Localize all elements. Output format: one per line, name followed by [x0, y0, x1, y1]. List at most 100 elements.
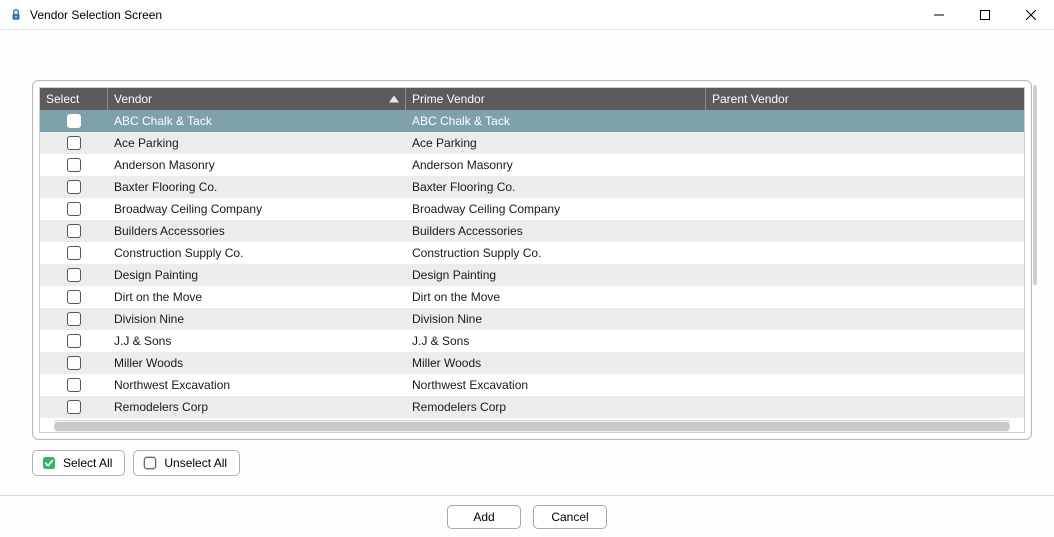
button-label: Select All	[63, 456, 112, 470]
select-all-button[interactable]: Select All	[32, 450, 125, 476]
row-select-cell	[40, 268, 108, 282]
row-select-cell	[40, 312, 108, 326]
window-controls	[916, 0, 1054, 29]
column-header-label: Vendor	[114, 92, 152, 106]
row-prime-vendor: Ace Parking	[406, 136, 706, 150]
table-row[interactable]: J.J & SonsJ.J & Sons	[40, 330, 1024, 352]
row-vendor: Northwest Excavation	[108, 378, 406, 392]
column-header-select[interactable]: Select	[40, 88, 108, 110]
table-row[interactable]: Builders AccessoriesBuilders Accessories	[40, 220, 1024, 242]
row-select-cell	[40, 202, 108, 216]
row-checkbox[interactable]	[67, 202, 81, 216]
row-vendor: Miller Woods	[108, 356, 406, 370]
row-prime-vendor: ABC Chalk & Tack	[406, 114, 706, 128]
row-select-cell	[40, 378, 108, 392]
row-prime-vendor: Dirt on the Move	[406, 290, 706, 304]
table-row[interactable]: Broadway Ceiling CompanyBroadway Ceiling…	[40, 198, 1024, 220]
table-row[interactable]: Design PaintingDesign Painting	[40, 264, 1024, 286]
row-checkbox[interactable]	[67, 312, 81, 326]
column-header-parent-vendor[interactable]: Parent Vendor	[706, 88, 1024, 110]
row-prime-vendor: Anderson Masonry	[406, 158, 706, 172]
row-select-cell	[40, 356, 108, 370]
table-row[interactable]: Anderson MasonryAnderson Masonry	[40, 154, 1024, 176]
titlebar: Vendor Selection Screen	[0, 0, 1054, 30]
row-vendor: Dirt on the Move	[108, 290, 406, 304]
row-vendor: Ace Parking	[108, 136, 406, 150]
cancel-button[interactable]: Cancel	[533, 505, 607, 529]
row-vendor: Remodelers Corp	[108, 400, 406, 414]
grid-header: Select Vendor Prime Vendor Parent Vendor	[40, 88, 1024, 110]
row-prime-vendor: J.J & Sons	[406, 334, 706, 348]
table-row[interactable]: Northwest ExcavationNorthwest Excavation	[40, 374, 1024, 396]
table-row[interactable]: Miller WoodsMiller Woods	[40, 352, 1024, 374]
column-header-label: Prime Vendor	[412, 92, 485, 106]
row-vendor: Anderson Masonry	[108, 158, 406, 172]
lock-icon	[8, 7, 24, 23]
column-header-label: Parent Vendor	[712, 92, 789, 106]
row-prime-vendor: Miller Woods	[406, 356, 706, 370]
unselect-all-button[interactable]: Unselect All	[133, 450, 240, 476]
row-vendor: Builders Accessories	[108, 224, 406, 238]
row-checkbox[interactable]	[67, 356, 81, 370]
maximize-button[interactable]	[962, 0, 1008, 29]
row-vendor: Baxter Flooring Co.	[108, 180, 406, 194]
table-row[interactable]: Division NineDivision Nine	[40, 308, 1024, 330]
row-prime-vendor: Builders Accessories	[406, 224, 706, 238]
selection-buttons: Select All Unselect All	[32, 450, 240, 476]
button-label: Cancel	[551, 510, 588, 524]
row-select-cell	[40, 246, 108, 260]
horizontal-scrollbar[interactable]	[54, 420, 1010, 432]
row-select-cell	[40, 114, 108, 128]
sort-asc-icon	[389, 96, 399, 103]
close-button[interactable]	[1008, 0, 1054, 29]
row-select-cell	[40, 224, 108, 238]
column-header-prime-vendor[interactable]: Prime Vendor	[406, 88, 706, 110]
row-select-cell	[40, 158, 108, 172]
button-label: Add	[473, 510, 494, 524]
horizontal-scrollbar-thumb[interactable]	[54, 422, 1010, 431]
table-row[interactable]: Remodelers CorpRemodelers Corp	[40, 396, 1024, 418]
row-prime-vendor: Baxter Flooring Co.	[406, 180, 706, 194]
row-checkbox[interactable]	[67, 290, 81, 304]
row-checkbox[interactable]	[67, 334, 81, 348]
row-prime-vendor: Northwest Excavation	[406, 378, 706, 392]
row-checkbox[interactable]	[67, 158, 81, 172]
table-row[interactable]: Construction Supply Co.Construction Supp…	[40, 242, 1024, 264]
row-select-cell	[40, 400, 108, 414]
unchecked-icon	[142, 455, 158, 471]
table-row[interactable]: Baxter Flooring Co.Baxter Flooring Co.	[40, 176, 1024, 198]
table-row[interactable]: Ace ParkingAce Parking	[40, 132, 1024, 154]
add-button[interactable]: Add	[447, 505, 521, 529]
row-vendor: Construction Supply Co.	[108, 246, 406, 260]
row-checkbox[interactable]	[67, 268, 81, 282]
table-row[interactable]: Dirt on the MoveDirt on the Move	[40, 286, 1024, 308]
row-checkbox[interactable]	[67, 224, 81, 238]
row-checkbox[interactable]	[67, 114, 81, 128]
vertical-scroll-indicator[interactable]	[1033, 85, 1037, 285]
grid-panel: Select Vendor Prime Vendor Parent Vendor…	[32, 80, 1032, 440]
row-prime-vendor: Design Painting	[406, 268, 706, 282]
row-prime-vendor: Division Nine	[406, 312, 706, 326]
grid-body[interactable]: ABC Chalk & TackABC Chalk & TackAce Park…	[40, 110, 1024, 420]
row-vendor: Division Nine	[108, 312, 406, 326]
row-prime-vendor: Remodelers Corp	[406, 400, 706, 414]
dialog-button-bar: Add Cancel	[0, 495, 1054, 537]
row-checkbox[interactable]	[67, 136, 81, 150]
column-header-vendor[interactable]: Vendor	[108, 88, 406, 110]
row-checkbox[interactable]	[67, 180, 81, 194]
row-prime-vendor: Construction Supply Co.	[406, 246, 706, 260]
vendor-grid: Select Vendor Prime Vendor Parent Vendor…	[39, 87, 1025, 433]
row-checkbox[interactable]	[67, 378, 81, 392]
row-prime-vendor: Broadway Ceiling Company	[406, 202, 706, 216]
client-area: Select Vendor Prime Vendor Parent Vendor…	[0, 30, 1054, 537]
column-header-label: Select	[46, 92, 79, 106]
row-vendor: J.J & Sons	[108, 334, 406, 348]
table-row[interactable]: ABC Chalk & TackABC Chalk & Tack	[40, 110, 1024, 132]
row-checkbox[interactable]	[67, 246, 81, 260]
row-select-cell	[40, 180, 108, 194]
row-select-cell	[40, 290, 108, 304]
check-icon	[41, 455, 57, 471]
row-checkbox[interactable]	[67, 400, 81, 414]
window-title: Vendor Selection Screen	[30, 8, 916, 22]
minimize-button[interactable]	[916, 0, 962, 29]
